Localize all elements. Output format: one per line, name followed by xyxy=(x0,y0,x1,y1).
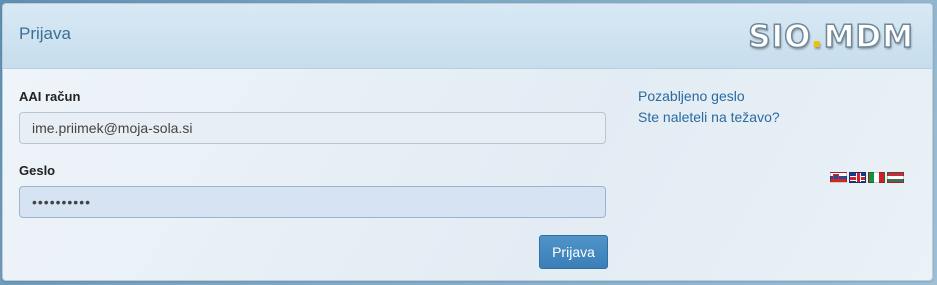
logo-text-right: MDM xyxy=(823,18,914,56)
username-label: AAI račun xyxy=(19,89,81,104)
panel-body: AAI račun Geslo Prijava Pozabljeno geslo… xyxy=(3,69,932,280)
panel-heading: Prijava SIO.MDM xyxy=(3,4,932,69)
logo-dot: . xyxy=(810,19,824,55)
slovenian-flag-icon[interactable] xyxy=(830,172,847,183)
hungarian-flag-icon[interactable] xyxy=(887,172,904,183)
english-flag-icon[interactable] xyxy=(849,172,866,183)
page-title: Prijava xyxy=(19,24,71,43)
login-button[interactable]: Prijava xyxy=(539,235,608,269)
sio-mdm-logo: SIO.MDM xyxy=(747,18,914,56)
login-panel: Prijava SIO.MDM AAI račun Geslo Prijava … xyxy=(2,3,933,281)
password-input[interactable] xyxy=(19,186,606,218)
logo-text-left: SIO xyxy=(747,18,811,56)
forgot-password-link[interactable]: Pozabljeno geslo xyxy=(638,88,745,104)
password-label: Geslo xyxy=(19,163,56,178)
italian-flag-icon[interactable] xyxy=(868,172,885,183)
username-input[interactable] xyxy=(19,112,606,144)
trouble-link[interactable]: Ste naleteli na težavo? xyxy=(638,109,780,125)
language-selector xyxy=(830,172,906,190)
